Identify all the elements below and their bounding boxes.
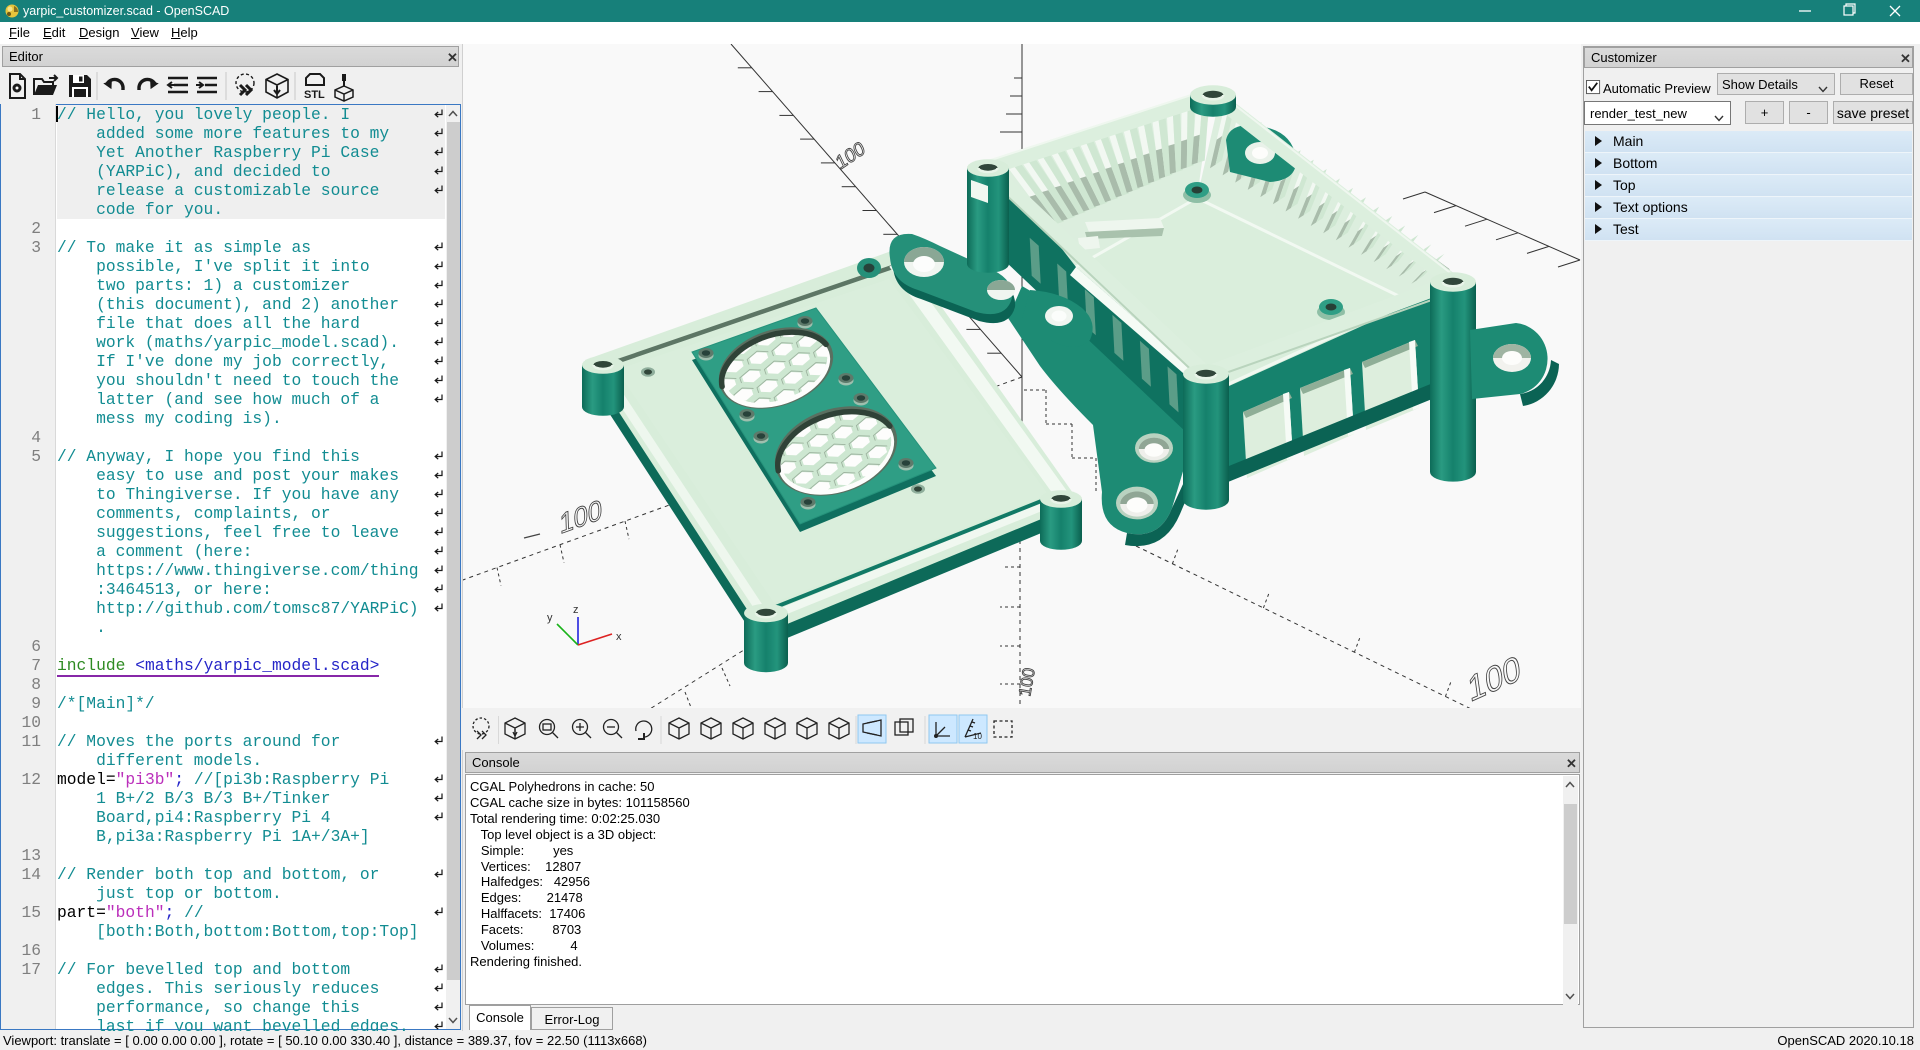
svg-text:x: x [616, 631, 622, 643]
svg-text:z: z [573, 604, 579, 616]
svg-text:10: 10 [973, 732, 982, 741]
svg-text:STL: STL [304, 89, 325, 101]
svg-text:y: y [547, 612, 553, 624]
